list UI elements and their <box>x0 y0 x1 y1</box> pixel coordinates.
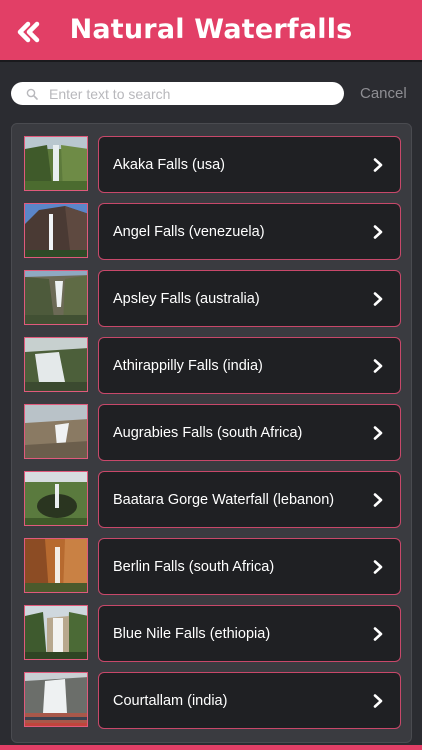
list-item-button[interactable]: Athirappilly Falls (india) <box>98 337 401 394</box>
waterfall-thumbnail[interactable] <box>24 270 88 325</box>
chevron-right-icon <box>372 693 384 709</box>
app-header: Natural Waterfalls <box>0 0 422 62</box>
list-item-label: Athirappilly Falls (india) <box>113 357 263 374</box>
cancel-button[interactable]: Cancel <box>360 85 407 102</box>
chevron-right-icon <box>372 626 384 642</box>
waterfall-thumbnail[interactable] <box>24 672 88 727</box>
waterfall-thumbnail[interactable] <box>24 538 88 593</box>
list-item-button[interactable]: Baatara Gorge Waterfall (lebanon) <box>98 471 401 528</box>
list-item[interactable]: Apsley Falls (australia) <box>24 270 402 327</box>
list-item[interactable]: Angel Falls (venezuela) <box>24 203 402 260</box>
search-field[interactable] <box>11 82 344 105</box>
list-item-label: Augrabies Falls (south Africa) <box>113 424 303 441</box>
list-item-button[interactable]: Courtallam (india) <box>98 672 401 729</box>
list-item[interactable]: Blue Nile Falls (ethiopia) <box>24 605 402 662</box>
chevron-right-icon <box>372 358 384 374</box>
waterfall-thumbnail[interactable] <box>24 605 88 660</box>
chevron-right-icon <box>372 559 384 575</box>
chevron-right-icon <box>372 425 384 441</box>
waterfall-list[interactable]: Akaka Falls (usa) Angel Falls (venezuela… <box>11 123 412 743</box>
list-item-button[interactable]: Blue Nile Falls (ethiopia) <box>98 605 401 662</box>
list-item[interactable]: Baatara Gorge Waterfall (lebanon) <box>24 471 402 528</box>
chevron-right-icon <box>372 291 384 307</box>
list-item-button[interactable]: Apsley Falls (australia) <box>98 270 401 327</box>
list-item-button[interactable]: Akaka Falls (usa) <box>98 136 401 193</box>
search-icon <box>25 87 39 101</box>
list-item-label: Apsley Falls (australia) <box>113 290 260 307</box>
chevron-right-icon <box>372 157 384 173</box>
list-item-label: Berlin Falls (south Africa) <box>113 558 275 575</box>
list-item-button[interactable]: Augrabies Falls (south Africa) <box>98 404 401 461</box>
waterfall-thumbnail[interactable] <box>24 203 88 258</box>
search-input[interactable] <box>49 83 329 104</box>
list-item-label: Blue Nile Falls (ethiopia) <box>113 625 271 642</box>
list-item-label: Baatara Gorge Waterfall (lebanon) <box>113 491 335 508</box>
chevron-right-icon <box>372 224 384 240</box>
list-item[interactable]: Berlin Falls (south Africa) <box>24 538 402 595</box>
page-title: Natural Waterfalls <box>69 14 353 45</box>
list-item-button[interactable]: Angel Falls (venezuela) <box>98 203 401 260</box>
list-item-label: Courtallam (india) <box>113 692 228 709</box>
list-item-label: Angel Falls (venezuela) <box>113 223 265 240</box>
search-bar: Cancel <box>0 62 422 122</box>
list-item[interactable]: Athirappilly Falls (india) <box>24 337 402 394</box>
list-item-button[interactable]: Berlin Falls (south Africa) <box>98 538 401 595</box>
waterfall-thumbnail[interactable] <box>24 471 88 526</box>
chevron-right-icon <box>372 492 384 508</box>
waterfall-thumbnail[interactable] <box>24 404 88 459</box>
waterfall-thumbnail[interactable] <box>24 136 88 191</box>
bottom-accent-bar <box>0 745 422 750</box>
list-item[interactable]: Augrabies Falls (south Africa) <box>24 404 402 461</box>
list-item-label: Akaka Falls (usa) <box>113 156 226 173</box>
list-item[interactable]: Courtallam (india) <box>24 672 402 729</box>
list-item[interactable]: Akaka Falls (usa) <box>24 136 402 193</box>
waterfall-thumbnail[interactable] <box>24 337 88 392</box>
